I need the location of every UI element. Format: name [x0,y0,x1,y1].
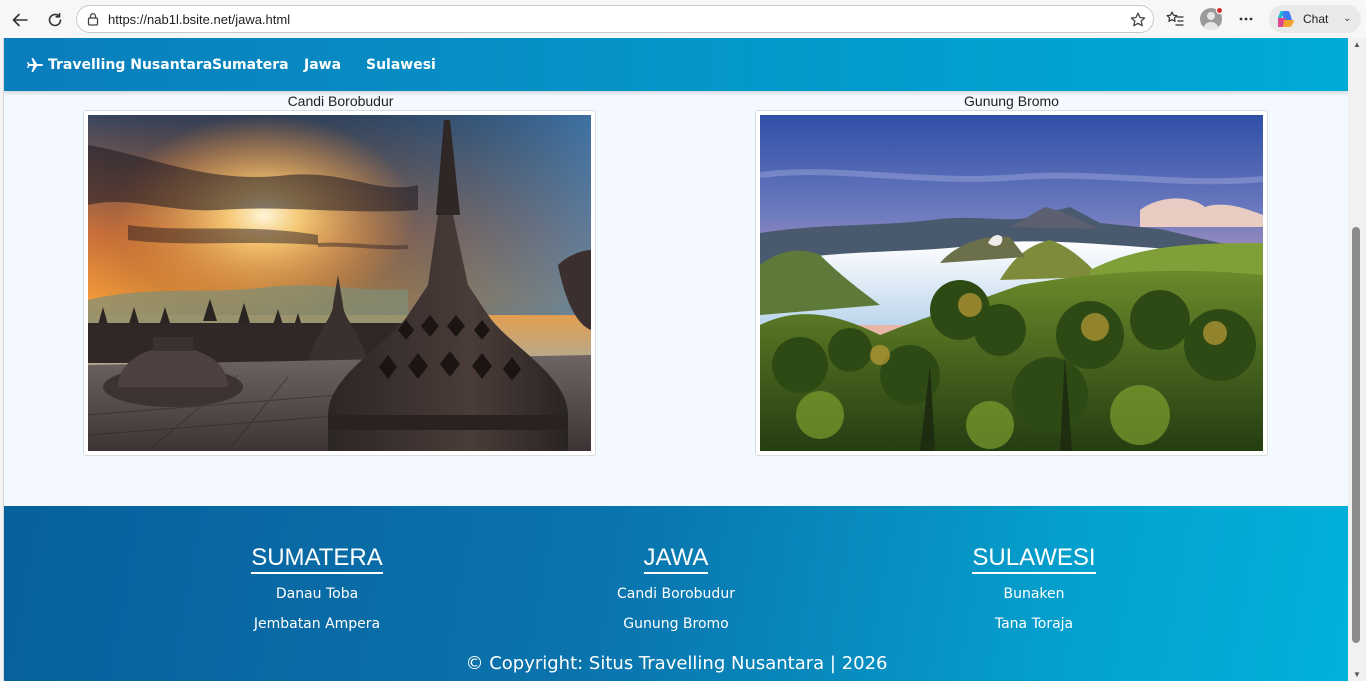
more-menu-icon[interactable] [1235,8,1257,30]
site-navbar: Travelling Nusantara Sumatera Jawa Sulaw… [4,38,1348,91]
gallery-card-borobudur[interactable] [83,110,596,456]
scroll-up-arrow-icon[interactable]: ▲ [1353,40,1361,49]
page-viewport: Travelling Nusantara Sumatera Jawa Sulaw… [3,38,1348,681]
footer-column-sumatera: SUMATERA Danau Toba Jembatan Ampera [167,544,467,634]
airplane-icon [26,56,44,74]
brand-link[interactable]: Travelling Nusantara [26,56,212,74]
copilot-chat-button[interactable]: Chat ⌄ [1269,5,1361,33]
bromo-photo[interactable] [760,115,1263,451]
footer-link-candi-borobudur[interactable]: Candi Borobudur [526,585,826,604]
footer-column-jawa: JAWA Candi Borobudur Gunung Bromo [526,544,826,634]
copyright-text: © Copyright: Situs Travelling Nusantara … [465,653,888,674]
nav-link-sulawesi[interactable]: Sulawesi [366,57,436,73]
page-scrollbar[interactable]: ▲ ▼ [1348,38,1366,681]
brand-name: Travelling Nusantara [48,57,213,73]
back-icon[interactable] [7,7,33,33]
notification-dot [1216,7,1223,14]
gallery-title-borobudur: Candi Borobudur [287,93,394,109]
chat-label: Chat [1303,12,1329,26]
footer-heading-jawa[interactable]: JAWA [643,544,709,574]
refresh-icon[interactable] [42,7,68,33]
nav-link-sumatera[interactable]: Sumatera [212,57,289,73]
favorites-icon[interactable] [1164,8,1186,30]
footer-heading-sulawesi[interactable]: SULAWESI [972,544,1096,574]
browser-toolbar: https://nab1l.bsite.net/jawa.html Chat ⌄ [0,0,1366,38]
nav-link-jawa[interactable]: Jawa [304,57,341,73]
address-bar[interactable]: https://nab1l.bsite.net/jawa.html [76,5,1154,33]
footer-link-danau-toba[interactable]: Danau Toba [167,585,467,604]
copilot-icon [1275,9,1295,29]
footer-heading-sumatera[interactable]: SUMATERA [251,544,383,574]
footer-link-gunung-bromo[interactable]: Gunung Bromo [526,615,826,634]
url-text: https://nab1l.bsite.net/jawa.html [108,12,291,27]
footer-link-jembatan-ampera[interactable]: Jembatan Ampera [167,615,467,634]
site-footer: SUMATERA Danau Toba Jembatan Ampera JAWA… [4,506,1348,681]
borobudur-photo[interactable] [88,115,591,451]
scrollbar-thumb[interactable] [1352,227,1360,643]
chevron-down-icon: ⌄ [1343,13,1352,24]
gallery-card-bromo[interactable] [755,110,1268,456]
gallery-title-bromo: Gunung Bromo [964,93,1059,109]
footer-link-bunaken[interactable]: Bunaken [884,585,1184,604]
footer-column-sulawesi: SULAWESI Bunaken Tana Toraja [884,544,1184,634]
lock-icon[interactable] [86,12,100,26]
scroll-down-arrow-icon[interactable]: ▼ [1353,670,1361,679]
footer-link-tana-toraja[interactable]: Tana Toraja [884,615,1184,634]
favorite-star-icon[interactable] [1129,11,1147,29]
